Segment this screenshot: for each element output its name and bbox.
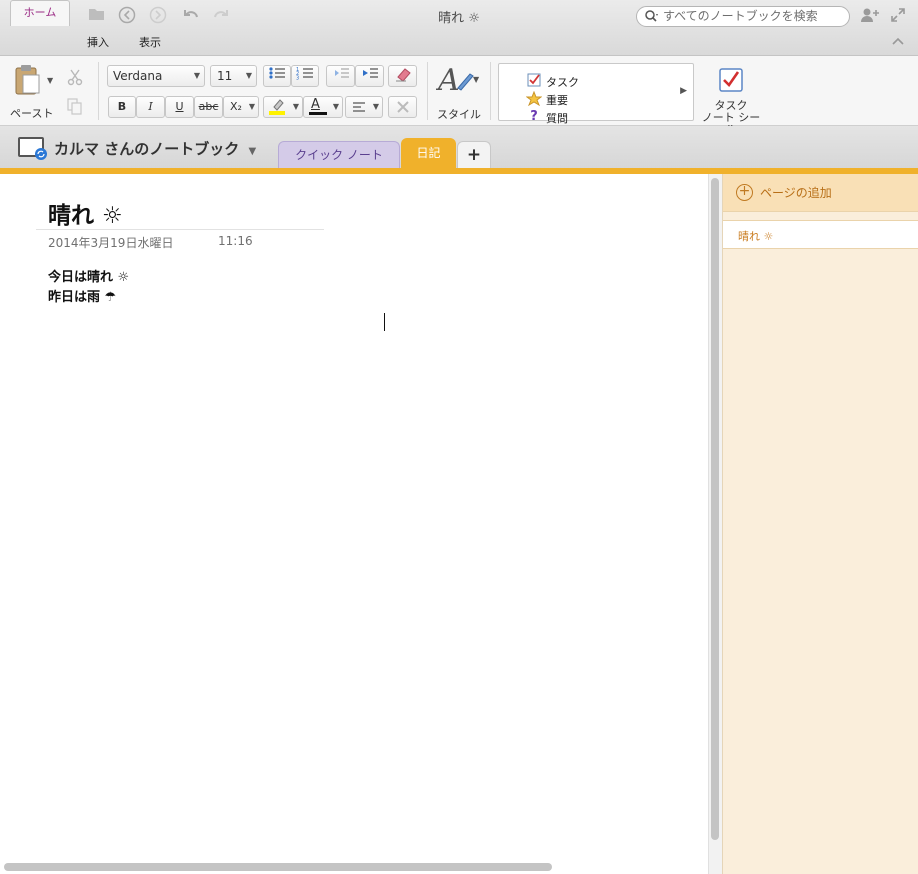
star-icon xyxy=(525,90,543,110)
fullscreen-icon[interactable] xyxy=(890,7,906,27)
bold-button[interactable]: B xyxy=(108,96,136,118)
ribbon-separator xyxy=(490,62,491,120)
tag-gallery[interactable]: タスク 重要 ? 質問 ▶ xyxy=(498,63,694,125)
search-placeholder: すべてのノートブックを検索 xyxy=(663,9,818,23)
subscript-button[interactable]: X₂ ▼ xyxy=(223,96,259,118)
outdent-icon xyxy=(334,68,349,78)
clipboard-icon xyxy=(15,65,40,95)
tag-label: タスク xyxy=(546,76,579,89)
style-brush-icon: A xyxy=(435,63,474,98)
todo-checkbox-icon xyxy=(719,68,743,92)
tag-item-task[interactable]: タスク xyxy=(527,73,579,90)
notebook-icon[interactable] xyxy=(18,137,47,160)
underline-button[interactable]: U xyxy=(165,96,194,118)
align-button[interactable]: ▼ xyxy=(345,96,383,118)
bullet-list-icon xyxy=(269,67,285,79)
indent-icon xyxy=(362,68,378,78)
style-label: スタイル xyxy=(437,108,481,121)
ribbon-separator xyxy=(98,62,99,120)
paste-label: ペースト xyxy=(10,107,54,120)
chevron-down-icon: ▼ xyxy=(292,102,299,111)
cut-icon[interactable] xyxy=(67,68,83,90)
bullet-list-button[interactable] xyxy=(263,65,291,87)
notebook-title-label: カルマ さんのノートブック xyxy=(54,140,240,158)
horizontal-scrollbar[interactable] xyxy=(4,863,552,871)
page-title[interactable]: 晴れ ☼ xyxy=(48,196,123,230)
note-line[interactable]: 昨日は雨 ☂ xyxy=(48,286,116,305)
chevron-down-icon: ▼ xyxy=(193,71,200,80)
italic-button[interactable]: I xyxy=(136,96,165,118)
add-page-button[interactable]: + ページの追加 xyxy=(723,174,918,212)
font-name-select[interactable]: Verdana ▼ xyxy=(107,65,205,87)
delete-button[interactable] xyxy=(388,96,417,118)
decrease-indent-button[interactable] xyxy=(326,65,355,87)
paste-button[interactable]: ▼ xyxy=(14,64,53,100)
add-section-button[interactable]: + xyxy=(457,141,491,170)
chevron-down-icon: ▼ xyxy=(245,71,252,80)
notebook-bar: カルマ さんのノートブック ▼ クイック ノート 日記 + xyxy=(0,126,918,170)
tab-insert[interactable]: 挿入 xyxy=(78,31,118,56)
font-color-button[interactable]: A ▼ xyxy=(303,96,343,118)
text-cursor xyxy=(384,313,385,331)
notebook-title[interactable]: カルマ さんのノートブック ▼ xyxy=(54,138,256,159)
page-list-item[interactable]: 晴れ ☼ xyxy=(723,220,918,249)
gallery-more-icon[interactable]: ▶ xyxy=(680,86,687,96)
highlighter-icon xyxy=(269,99,285,115)
ribbon-home: ▼ ペースト Verdana ▼ 11 ▼ 123 B I U abc X₂ ▼… xyxy=(0,56,918,136)
close-icon xyxy=(396,101,409,113)
chevron-down-icon: ▼ xyxy=(332,102,339,111)
svg-text:A: A xyxy=(436,64,460,98)
tag-label: 重要 xyxy=(546,94,568,107)
question-icon: ? xyxy=(530,109,538,124)
sync-icon xyxy=(35,148,47,160)
increase-indent-button[interactable] xyxy=(355,65,384,87)
copy-icon[interactable] xyxy=(67,98,83,120)
chevron-down-icon: ▼ xyxy=(248,102,255,111)
search-icon xyxy=(644,7,660,31)
highlight-button[interactable]: ▼ xyxy=(263,96,303,118)
strikethrough-button[interactable]: abc xyxy=(194,96,223,118)
page-time: 11:16 xyxy=(218,234,253,248)
numbered-list-icon: 123 xyxy=(296,67,313,82)
section-tab-quick-notes[interactable]: クイック ノート xyxy=(278,141,400,170)
align-left-icon xyxy=(353,102,365,112)
share-user-icon[interactable] xyxy=(860,7,880,27)
tag-label: 質問 xyxy=(546,112,568,125)
numbered-list-button[interactable]: 123 xyxy=(291,65,319,87)
note-line[interactable]: 今日は晴れ ☼ xyxy=(48,266,129,285)
font-size-select[interactable]: 11 ▼ xyxy=(210,65,257,87)
svg-text:3: 3 xyxy=(296,76,299,81)
chevron-down-icon: ▼ xyxy=(47,76,54,85)
chevron-down-icon: ▼ xyxy=(372,102,379,111)
tag-item-important[interactable]: 重要 xyxy=(525,90,568,108)
search-notebooks-input[interactable]: すべてのノートブックを検索 xyxy=(636,6,850,27)
title-bar: 晴れ ☼ すべてのノートブックを検索 ホーム 挿入 表示 xyxy=(0,0,918,56)
tag-item-question[interactable]: ? 質問 xyxy=(530,109,568,126)
chevron-down-icon: ▼ xyxy=(248,146,257,157)
todo-tag-button[interactable] xyxy=(718,67,744,97)
page-canvas[interactable]: 晴れ ☼ 2014年3月19日水曜日 11:16 今日は晴れ ☼ 昨日は雨 ☂ xyxy=(0,174,708,874)
chevron-down-icon: ▼ xyxy=(473,75,480,84)
subscript-label: X₂ xyxy=(230,100,242,113)
collapse-ribbon-icon[interactable] xyxy=(892,36,904,50)
add-page-label: ページの追加 xyxy=(760,186,832,200)
section-tab-diary[interactable]: 日記 xyxy=(401,138,456,170)
page-list: + ページの追加 晴れ ☼ xyxy=(722,174,918,874)
ribbon-separator xyxy=(427,62,428,120)
font-color-swatch xyxy=(309,112,327,115)
onenote-window: 晴れ ☼ すべてのノートブックを検索 ホーム 挿入 表示 ▼ ペースト Verd… xyxy=(0,0,918,874)
checkbox-icon xyxy=(526,73,542,91)
tab-home[interactable]: ホーム xyxy=(10,0,70,26)
page-list-item-label: 晴れ ☼ xyxy=(738,230,774,243)
font-name-value: Verdana xyxy=(113,69,163,83)
tab-view[interactable]: 表示 xyxy=(130,31,170,56)
page-date: 2014年3月19日水曜日 xyxy=(48,236,174,250)
vertical-scrollbar[interactable] xyxy=(711,178,719,840)
clear-formatting-button[interactable] xyxy=(388,65,417,87)
title-divider xyxy=(36,229,324,230)
eraser-icon xyxy=(395,68,411,82)
plus-circle-icon: + xyxy=(736,184,753,201)
font-size-value: 11 xyxy=(217,69,233,83)
